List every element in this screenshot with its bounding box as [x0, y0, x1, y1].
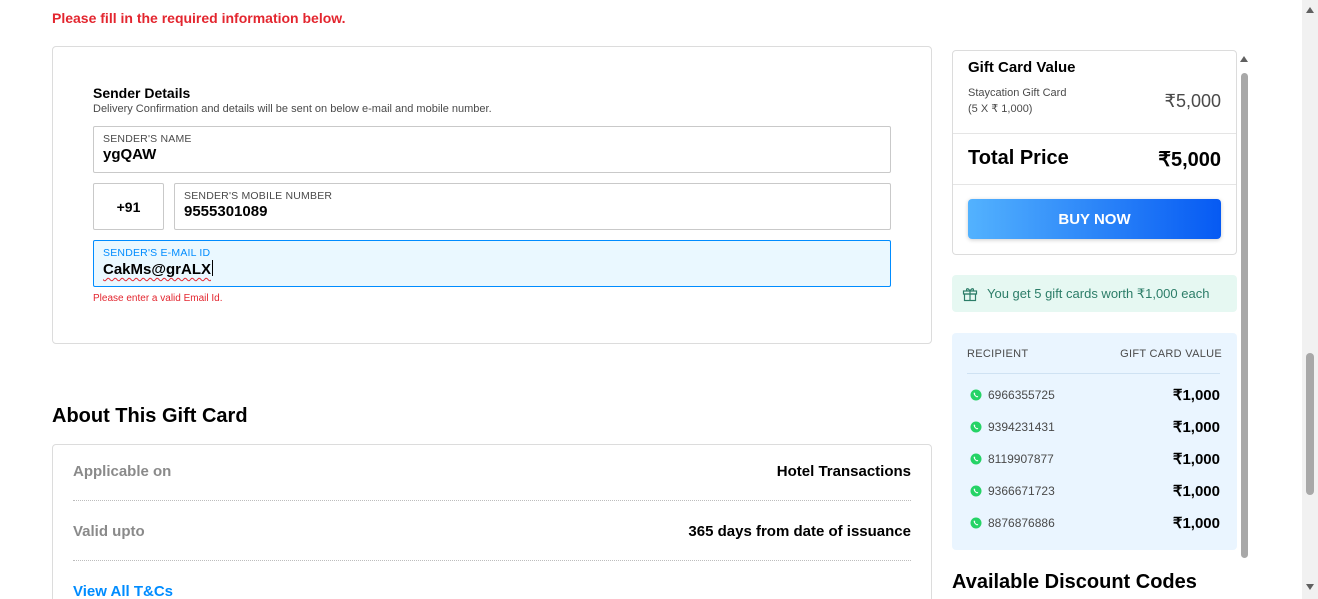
- gift-card-value-summary: Gift Card Value Staycation Gift Card (5 …: [952, 50, 1237, 255]
- promo-text: You get 5 gift cards worth ₹1,000 each: [987, 285, 1210, 301]
- recipient-phone: 9394231431: [988, 420, 1055, 434]
- sender-email-label: SENDER'S E-MAIL ID: [103, 247, 211, 259]
- sender-email-value-wrap[interactable]: CakMs@grALX: [103, 260, 213, 278]
- scroll-down-arrow-icon[interactable]: [1306, 584, 1314, 590]
- sender-mobile-value[interactable]: 9555301089: [184, 203, 267, 220]
- recipient-row: 8119907877 ₹1,000: [967, 450, 1220, 470]
- sidebar-scrollbar[interactable]: [1239, 55, 1250, 599]
- whatsapp-icon: [970, 517, 982, 529]
- recipient-header: RECIPIENT: [967, 348, 1029, 360]
- recipient-phone: 8119907877: [988, 452, 1054, 466]
- whatsapp-icon: [970, 453, 982, 465]
- available-discount-codes-title: Available Discount Codes: [952, 571, 1197, 593]
- gift-card-checkout-page: Please fill in the required information …: [0, 0, 1318, 599]
- gift-icon: [962, 287, 978, 301]
- gift-card-name: Staycation Gift Card: [968, 87, 1067, 99]
- sender-name-field[interactable]: SENDER'S NAME ygQAW: [93, 126, 891, 173]
- about-gift-card-title: About This Gift Card: [52, 405, 248, 427]
- whatsapp-icon: [970, 421, 982, 433]
- sender-details-subtitle: Delivery Confirmation and details will b…: [93, 103, 492, 115]
- about-gift-card-section: Applicable on Hotel Transactions Valid u…: [52, 444, 932, 599]
- text-caret: [211, 260, 213, 276]
- recipient-row: 8876876886 ₹1,000: [967, 514, 1220, 534]
- about-row-value: Hotel Transactions: [776, 463, 911, 480]
- recipient-phone: 9366671723: [988, 484, 1055, 498]
- page-scrollbar[interactable]: [1302, 0, 1318, 599]
- scroll-up-arrow-icon[interactable]: [1240, 56, 1248, 62]
- divider: [967, 373, 1220, 374]
- sender-email-value[interactable]: CakMs@grALX: [103, 261, 211, 278]
- about-row-validity: Valid upto 365 days from date of issuanc…: [73, 505, 911, 561]
- sender-name-value[interactable]: ygQAW: [103, 146, 156, 163]
- recipient-phone: 8876876886: [988, 516, 1055, 530]
- sender-details-title: Sender Details: [93, 85, 191, 101]
- email-error-message: Please enter a valid Email Id.: [93, 293, 223, 304]
- gift-card-amount: ₹5,000: [1164, 91, 1222, 111]
- recipient-value: ₹1,000: [1172, 483, 1220, 500]
- about-row-label: Applicable on: [73, 463, 172, 480]
- recipient-row: 9366671723 ₹1,000: [967, 482, 1220, 502]
- view-all-tnc-link[interactable]: View All T&Cs: [73, 583, 173, 599]
- gift-card-value-title: Gift Card Value: [968, 59, 1076, 76]
- country-code-field[interactable]: +91: [93, 183, 164, 230]
- about-row-label: Valid upto: [73, 523, 145, 540]
- recipient-list: RECIPIENT GIFT CARD VALUE 6966355725 ₹1,…: [952, 333, 1237, 550]
- recipient-row: 6966355725 ₹1,000: [967, 386, 1220, 406]
- whatsapp-icon: [970, 485, 982, 497]
- recipient-row: 9394231431 ₹1,000: [967, 418, 1220, 438]
- recipient-value: ₹1,000: [1172, 387, 1220, 404]
- scroll-up-arrow-icon[interactable]: [1306, 7, 1314, 13]
- divider: [953, 184, 1236, 185]
- total-price-amount: ₹5,000: [1158, 149, 1221, 171]
- gift-card-breakup: (5 X ₹ 1,000): [968, 103, 1033, 115]
- sender-mobile-label: SENDER'S MOBILE NUMBER: [184, 190, 333, 202]
- sender-details-card: Sender Details Delivery Confirmation and…: [52, 46, 932, 344]
- buy-now-button[interactable]: BUY NOW: [968, 199, 1221, 239]
- country-code-value: +91: [116, 198, 141, 215]
- whatsapp-icon: [970, 389, 982, 401]
- gift-card-value-header: GIFT CARD VALUE: [1120, 348, 1222, 360]
- about-row-applicable: Applicable on Hotel Transactions: [73, 445, 911, 501]
- recipient-value: ₹1,000: [1172, 419, 1220, 436]
- page-scroll-thumb[interactable]: [1306, 353, 1314, 495]
- gift-card-promo-banner: You get 5 gift cards worth ₹1,000 each: [952, 275, 1237, 312]
- recipient-value: ₹1,000: [1172, 451, 1220, 468]
- recipient-phone: 6966355725: [988, 388, 1055, 402]
- recipient-value: ₹1,000: [1172, 515, 1220, 532]
- sender-email-field[interactable]: SENDER'S E-MAIL ID CakMs@grALX: [93, 240, 891, 287]
- sidebar-scroll-thumb[interactable]: [1241, 73, 1248, 558]
- sender-mobile-field[interactable]: SENDER'S MOBILE NUMBER 9555301089: [174, 183, 891, 230]
- required-info-warning: Please fill in the required information …: [52, 10, 346, 26]
- about-row-value: 365 days from date of issuance: [688, 523, 911, 540]
- total-price-label: Total Price: [968, 147, 1069, 169]
- sender-name-label: SENDER'S NAME: [103, 133, 192, 145]
- divider: [953, 133, 1236, 134]
